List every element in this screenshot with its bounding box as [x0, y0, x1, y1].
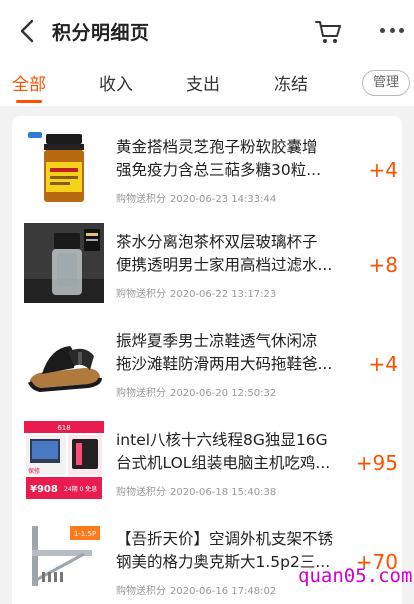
item-points: +4	[368, 158, 398, 182]
list-item[interactable]: 1-1.5P 【吾折天价】空调外机支架不锈 钢美的格力奥克斯大1.5p2三...…	[12, 512, 402, 604]
item-meta: 购物送积分 2020-06-22 13:17:23	[116, 285, 276, 300]
ad-installment-text: 24期 0 免息	[64, 485, 97, 493]
filter-tabs: 全部 收入 支出 冻结 管理	[0, 62, 414, 106]
item-name: 振烨夏季男士凉鞋透气休闲凉 拖沙滩鞋防滑两用大码拖鞋爸...	[116, 332, 333, 373]
manage-button[interactable]: 管理	[362, 70, 410, 96]
list-item[interactable]: 茶水分离泡茶杯双层玻璃杯子 便携透明男士家用高档过滤水... 购物送积分 2020…	[12, 215, 402, 310]
item-source: 购物送积分	[116, 586, 166, 597]
item-name: intel八核十六线程8G独显16G 台式机LOL组装电脑主机吃鸡...	[116, 431, 331, 472]
capsule-bottle-image	[24, 128, 104, 208]
item-points: +4	[368, 352, 398, 376]
tab-all[interactable]: 全部	[12, 70, 46, 95]
item-source: 购物送积分	[116, 487, 166, 498]
item-time: 2020-06-22 13:17:23	[170, 289, 277, 300]
item-source: 购物送积分	[116, 289, 166, 300]
bracket-image: 1-1.5P	[24, 520, 104, 600]
ad-price-text: ¥908	[30, 484, 58, 495]
watermark-text: quan05.com	[298, 565, 413, 587]
item-points: +8	[368, 253, 398, 277]
item-time: 2020-06-23 14:33:44	[170, 194, 277, 205]
item-source: 购物送积分	[116, 388, 166, 399]
active-tab-indicator	[16, 100, 42, 103]
back-chevron-icon[interactable]	[14, 17, 42, 45]
ad-tag-text: 保修	[28, 467, 40, 475]
points-record-list: 黄金搭档灵芝孢子粉软胶囊增 强免疫力含总三萜多糖30粒... 购物送积分 2020…	[12, 116, 402, 604]
more-dots-icon[interactable]	[380, 28, 404, 36]
item-meta: 购物送积分 2020-06-20 12:50:32	[116, 384, 276, 399]
top-bar: 积分明细页	[0, 0, 414, 62]
item-time: 2020-06-16 17:48:02	[170, 586, 277, 597]
item-meta: 购物送积分 2020-06-23 14:33:44	[116, 190, 276, 205]
item-name: 黄金搭档灵芝孢子粉软胶囊增 强免疫力含总三萜多糖30粒...	[116, 138, 322, 179]
tab-frozen[interactable]: 冻结	[274, 70, 308, 95]
ad-ribbon-text: 618	[57, 424, 70, 432]
list-item[interactable]: 振烨夏季男士凉鞋透气休闲凉 拖沙滩鞋防滑两用大码拖鞋爸... 购物送积分 2020…	[12, 314, 402, 409]
sandal-image	[24, 322, 104, 402]
tab-expense[interactable]: 支出	[186, 70, 220, 95]
glass-cup-image	[24, 223, 104, 303]
item-points: +95	[355, 451, 398, 475]
tab-income[interactable]: 收入	[99, 70, 133, 95]
bracket-size-label: 1-1.5P	[74, 530, 96, 538]
page-title: 积分明细页	[52, 22, 150, 44]
item-source: 购物送积分	[116, 194, 166, 205]
item-meta: 购物送积分 2020-06-16 17:48:02	[116, 582, 276, 597]
cart-icon[interactable]	[313, 16, 343, 46]
list-item[interactable]: 黄金搭档灵芝孢子粉软胶囊增 强免疫力含总三萜多糖30粒... 购物送积分 2020…	[12, 120, 402, 215]
computer-ad-image: 618 ¥908 24期 0 免息 保修	[24, 421, 104, 501]
item-time: 2020-06-20 12:50:32	[170, 388, 277, 399]
item-name: 茶水分离泡茶杯双层玻璃杯子 便携透明男士家用高档过滤水...	[116, 233, 333, 274]
item-time: 2020-06-18 15:40:38	[170, 487, 277, 498]
item-meta: 购物送积分 2020-06-18 15:40:38	[116, 483, 276, 498]
list-item[interactable]: 618 ¥908 24期 0 免息 保修 intel八核十六线程8G独显16G …	[12, 413, 402, 508]
